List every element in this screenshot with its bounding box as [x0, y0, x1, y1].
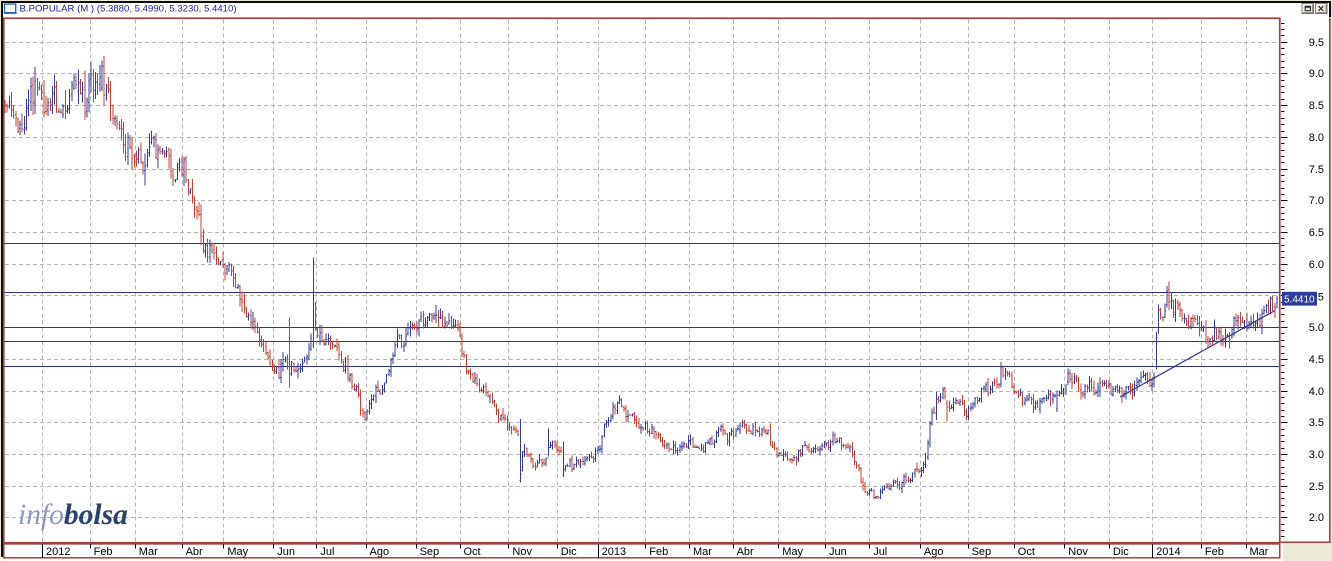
svg-text:Abr: Abr — [186, 546, 203, 558]
svg-text:5.4410: 5.4410 — [1284, 295, 1315, 306]
svg-text:6.0: 6.0 — [1309, 259, 1324, 271]
svg-text:Mar: Mar — [1250, 546, 1269, 558]
svg-text:Oct: Oct — [464, 546, 481, 558]
svg-text:May: May — [782, 546, 803, 558]
svg-text:9.5: 9.5 — [1309, 37, 1324, 49]
svg-text:Jul: Jul — [873, 546, 887, 558]
svg-text:Abr: Abr — [737, 546, 754, 558]
svg-text:Jun: Jun — [277, 546, 295, 558]
svg-text:2013: 2013 — [602, 546, 626, 558]
svg-text:5: 5 — [1318, 292, 1324, 304]
svg-text:Oct: Oct — [1018, 546, 1035, 558]
svg-text:4.5: 4.5 — [1309, 354, 1324, 366]
svg-text:infobolsa: infobolsa — [18, 499, 128, 531]
svg-text:Dic: Dic — [1113, 546, 1129, 558]
svg-text:5.0: 5.0 — [1309, 322, 1324, 334]
svg-text:Feb: Feb — [94, 546, 113, 558]
svg-text:Ago: Ago — [370, 546, 390, 558]
svg-text:7.0: 7.0 — [1309, 195, 1324, 207]
svg-text:2.0: 2.0 — [1309, 512, 1324, 524]
svg-text:6.5: 6.5 — [1309, 227, 1324, 239]
svg-text:9.0: 9.0 — [1309, 68, 1324, 80]
svg-text:7.5: 7.5 — [1309, 164, 1324, 176]
svg-text:3.0: 3.0 — [1309, 449, 1324, 461]
svg-text:Sep: Sep — [972, 546, 992, 558]
svg-text:8.0: 8.0 — [1309, 132, 1324, 144]
svg-text:Feb: Feb — [649, 546, 668, 558]
svg-text:Ago: Ago — [924, 546, 944, 558]
svg-text:2012: 2012 — [46, 546, 70, 558]
svg-text:Jun: Jun — [829, 546, 847, 558]
svg-text:Mar: Mar — [693, 546, 712, 558]
svg-text:3.5: 3.5 — [1309, 417, 1324, 429]
svg-text:2.5: 2.5 — [1309, 481, 1324, 493]
svg-text:Feb: Feb — [1205, 546, 1224, 558]
svg-text:4.0: 4.0 — [1309, 386, 1324, 398]
svg-text:Dic: Dic — [561, 546, 577, 558]
svg-text:Nov: Nov — [512, 546, 532, 558]
svg-text:8.5: 8.5 — [1309, 100, 1324, 112]
svg-text:Mar: Mar — [139, 546, 158, 558]
svg-text:Sep: Sep — [420, 546, 440, 558]
svg-text:May: May — [227, 546, 248, 558]
svg-text:2014: 2014 — [1156, 546, 1180, 558]
svg-text:B.POPULAR (M ) (5.3880, 5.4990: B.POPULAR (M ) (5.3880, 5.4990, 5.3230, … — [20, 4, 237, 15]
svg-text:Jul: Jul — [320, 546, 334, 558]
svg-text:Nov: Nov — [1068, 546, 1088, 558]
